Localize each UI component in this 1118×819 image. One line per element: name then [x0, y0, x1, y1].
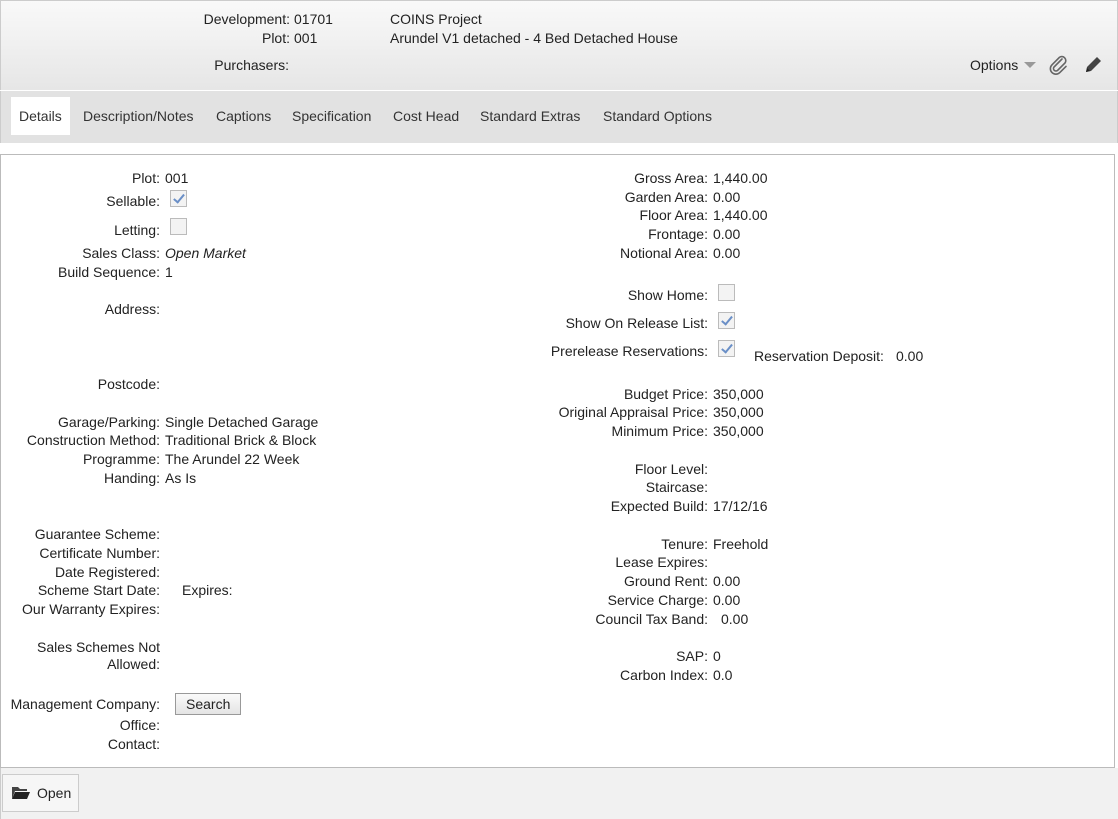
original-price-label: Original Appraisal Price:	[558, 404, 708, 420]
open-button[interactable]: Open	[2, 774, 79, 812]
development-value: 01701	[294, 11, 333, 27]
gross-area-value: 1,440.00	[713, 170, 768, 186]
frontage-label: Frontage:	[648, 226, 708, 242]
sellable-label: Sellable:	[106, 193, 160, 209]
garage-label: Garage/Parking:	[58, 414, 160, 430]
build-sequence-value: 1	[165, 264, 173, 280]
handing-label: Handing:	[103, 470, 160, 486]
garden-area-label: Garden Area:	[624, 189, 708, 205]
minimum-price-value: 350,000	[713, 423, 764, 439]
purchasers-label: Purchasers:	[214, 57, 289, 73]
expected-build-label: Expected Build:	[610, 498, 708, 514]
folder-open-icon	[11, 784, 31, 803]
postcode-label: Postcode:	[97, 376, 160, 392]
staircase-label: Staircase:	[645, 479, 708, 495]
carbon-index-label: Carbon Index:	[620, 667, 708, 683]
paperclip-icon[interactable]	[1047, 54, 1069, 76]
plot-field-label: Plot:	[131, 170, 160, 186]
budget-price-value: 350,000	[713, 386, 764, 402]
service-charge-value: 0.00	[713, 592, 741, 608]
original-price-value: 350,000	[713, 404, 764, 420]
tenure-label: Tenure:	[661, 536, 708, 552]
pencil-icon[interactable]	[1082, 54, 1104, 76]
tab-details[interactable]: Details	[11, 97, 70, 135]
tab-captions[interactable]: Captions	[208, 97, 279, 135]
show-release-checkbox[interactable]	[718, 312, 735, 329]
sales-schemes-label-1: Sales Schemes Not	[37, 639, 160, 655]
build-sequence-label: Build Sequence:	[58, 264, 160, 280]
guarantee-scheme-label: Guarantee Scheme:	[34, 526, 160, 542]
footer-toolbar: Open	[0, 768, 1118, 819]
chevron-down-icon[interactable]	[1024, 62, 1037, 68]
plot-label: Plot:	[261, 30, 290, 46]
plot-field-value: 001	[165, 170, 189, 186]
handing-value: As Is	[165, 470, 197, 486]
programme-label: Programme:	[82, 451, 160, 467]
tab-cost-head[interactable]: Cost Head	[385, 97, 467, 135]
show-home-label: Show Home:	[627, 287, 708, 303]
floor-area-value: 1,440.00	[713, 207, 768, 223]
plot-value: 001	[294, 30, 318, 46]
sellable-checkbox[interactable]	[170, 190, 187, 207]
show-release-label: Show On Release List:	[565, 315, 708, 331]
details-panel: Plot: 001 Sellable: Letting: Sales Class…	[0, 154, 1115, 768]
certificate-number-label: Certificate Number:	[39, 545, 160, 561]
sap-label: SAP:	[676, 648, 708, 664]
reservation-deposit-value: 0.00	[896, 348, 924, 364]
sap-value: 0	[713, 648, 721, 664]
programme-value: The Arundel 22 Week	[165, 451, 300, 467]
show-home-checkbox[interactable]	[718, 284, 735, 301]
date-registered-label: Date Registered:	[54, 564, 160, 580]
lease-expires-label: Lease Expires:	[615, 554, 708, 570]
tenure-value: Freehold	[713, 536, 769, 552]
development-label: Development:	[203, 11, 290, 27]
expected-build-value: 17/12/16	[713, 498, 768, 514]
council-tax-value: 0.00	[721, 611, 749, 627]
frontage-value: 0.00	[713, 226, 741, 242]
scheme-start-date-label: Scheme Start Date:	[37, 582, 160, 598]
tab-standard-extras[interactable]: Standard Extras	[472, 97, 588, 135]
notional-area-label: Notional Area:	[620, 245, 708, 261]
prerelease-checkbox[interactable]	[718, 340, 735, 357]
notional-area-value: 0.00	[713, 245, 741, 261]
plot-description: Arundel V1 detached - 4 Bed Detached Hou…	[390, 30, 678, 46]
ground-rent-label: Ground Rent:	[623, 573, 708, 589]
ground-rent-value: 0.00	[713, 573, 741, 589]
minimum-price-label: Minimum Price:	[611, 423, 708, 439]
record-header: Development: 01701 COINS Project Plot: 0…	[0, 0, 1118, 90]
budget-price-label: Budget Price:	[623, 386, 708, 402]
open-button-label: Open	[37, 785, 72, 801]
expires-label: Expires:	[182, 582, 233, 598]
contact-label: Contact:	[107, 736, 160, 752]
sales-schemes-label-2: Allowed:	[107, 656, 160, 672]
warranty-expires-label: Our Warranty Expires:	[22, 601, 160, 617]
carbon-index-value: 0.0	[713, 667, 733, 683]
letting-label: Letting:	[114, 222, 160, 238]
address-label: Address:	[104, 301, 160, 317]
project-name: COINS Project	[390, 11, 482, 27]
management-company-label: Management Company:	[10, 696, 160, 712]
garage-value: Single Detached Garage	[165, 414, 319, 430]
prerelease-label: Prerelease Reservations:	[550, 343, 708, 359]
sales-class-label: Sales Class:	[82, 245, 160, 261]
tab-bar: Details Description/Notes Captions Speci…	[0, 91, 1118, 143]
tab-specification[interactable]: Specification	[284, 97, 379, 135]
floor-area-label: Floor Area:	[639, 207, 708, 223]
construction-label: Construction Method:	[26, 432, 160, 448]
options-menu[interactable]: Options	[970, 57, 1037, 73]
options-label[interactable]: Options	[970, 57, 1018, 73]
garden-area-value: 0.00	[713, 189, 741, 205]
service-charge-label: Service Charge:	[607, 592, 708, 608]
tab-description-notes[interactable]: Description/Notes	[75, 97, 202, 135]
sales-class-value: Open Market	[165, 245, 246, 261]
construction-value: Traditional Brick & Block	[165, 432, 317, 448]
reservation-deposit-label: Reservation Deposit:	[754, 348, 884, 364]
letting-checkbox[interactable]	[170, 218, 187, 235]
tab-standard-options[interactable]: Standard Options	[595, 97, 720, 135]
council-tax-label: Council Tax Band:	[595, 611, 708, 627]
floor-level-label: Floor Level:	[634, 461, 708, 477]
office-label: Office:	[119, 717, 160, 733]
search-button[interactable]: Search	[175, 693, 242, 715]
gross-area-label: Gross Area:	[634, 170, 708, 186]
